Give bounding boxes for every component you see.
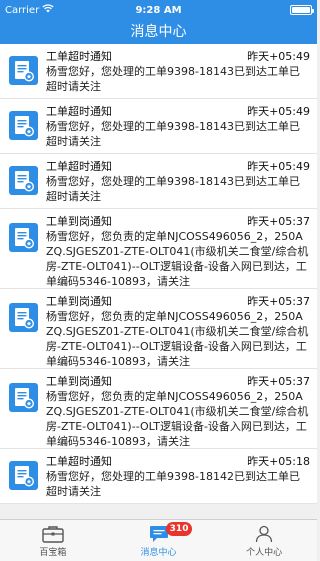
message-content: 工单超时通知 昨天+05:49 杨雪您好，您处理的工单9398-18143已到达…: [46, 154, 317, 208]
message-content: 工单到岗通知 昨天+05:37 杨雪您好，您负责的定单NJCOSS496056_…: [46, 369, 317, 448]
message-header: 工单到岗通知 昨天+05:37: [46, 375, 310, 389]
message-header: 工单超时通知 昨天+05:49: [46, 160, 310, 174]
message-item[interactable]: 工单到岗通知 昨天+05:37 杨雪您好，您负责的定单NJCOSS496056_…: [0, 289, 317, 369]
message-body: 杨雪您好，您处理的工单9398-18143已到达工单已超时请关注: [46, 120, 300, 148]
message-body: 杨雪您好，您负责的定单NJCOSS496056_2，250AZQ.SJGESZ0…: [46, 390, 309, 448]
message-body: 杨雪您好，您处理的工单9398-18143已到达工单已超时请关注: [46, 175, 300, 203]
message-header: 工单超时通知 昨天+05:49: [46, 105, 310, 119]
message-item[interactable]: 工单到岗通知 昨天+05:37 杨雪您好，您负责的定单NJCOSS496056_…: [0, 209, 317, 289]
unread-badge: 310: [165, 522, 193, 536]
tab-messages[interactable]: 消息中心 310: [106, 520, 212, 561]
message-body: 杨雪您好，您处理的工单9398-18142已到达工单已超时请关注: [46, 470, 300, 498]
person-icon: [255, 524, 273, 544]
message-content: 工单到岗通知 昨天+05:37 杨雪您好，您负责的定单NJCOSS496056_…: [46, 289, 317, 368]
tab-label: 百宝箱: [39, 548, 67, 558]
tab-label: 个人中心: [246, 548, 283, 558]
document-icon: [0, 44, 46, 98]
document-icon: [0, 209, 46, 288]
message-body: 杨雪您好，您负责的定单NJCOSS496056_2，250AZQ.SJGESZ0…: [46, 230, 309, 288]
message-content: 工单超时通知 昨天+05:18 杨雪您好，您处理的工单9398-18142已到达…: [46, 449, 317, 503]
carrier-label: Carrier: [5, 4, 40, 16]
message-item[interactable]: 工单超时通知 昨天+05:49 杨雪您好，您处理的工单9398-18143已到达…: [0, 154, 317, 209]
message-title: 工单超时通知: [46, 105, 112, 118]
status-right: [290, 5, 314, 15]
battery-icon: [290, 5, 314, 15]
tab-label: 消息中心: [140, 548, 177, 558]
tab-profile[interactable]: 个人中心: [211, 520, 317, 561]
message-content: 工单超时通知 昨天+05:49 杨雪您好，您处理的工单9398-18143已到达…: [46, 99, 317, 153]
message-time: 昨天+05:37: [247, 215, 310, 228]
message-time: 昨天+05:37: [247, 295, 310, 308]
message-list[interactable]: 工单超时通知 昨天+05:49 杨雪您好，您处理的工单9398-18143已到达…: [0, 44, 317, 519]
toolbox-icon: [42, 524, 64, 544]
message-time: 昨天+05:49: [247, 105, 310, 118]
document-icon: [0, 369, 46, 448]
message-time: 昨天+05:49: [247, 50, 310, 63]
message-header: 工单超时通知 昨天+05:49: [46, 50, 310, 64]
message-body: 杨雪您好，您处理的工单9398-18143已到达工单已超时请关注: [46, 65, 300, 93]
message-title: 工单到岗通知: [46, 215, 112, 228]
message-item[interactable]: 工单超时通知 昨天+05:18 杨雪您好，您处理的工单9398-18142已到达…: [0, 449, 317, 504]
message-title: 工单到岗通知: [46, 295, 112, 308]
message-content: 工单到岗通知 昨天+05:37 杨雪您好，您负责的定单NJCOSS496056_…: [46, 209, 317, 288]
status-bar: Carrier 9:28 AM: [0, 0, 317, 20]
page-title: 消息中心: [0, 20, 317, 44]
message-item[interactable]: 工单超时通知 昨天+05:49 杨雪您好，您处理的工单9398-18143已到达…: [0, 99, 317, 154]
message-header: 工单到岗通知 昨天+05:37: [46, 295, 310, 309]
message-time: 昨天+05:37: [247, 375, 310, 388]
message-body: 杨雪您好，您负责的定单NJCOSS496056_2，250AZQ.SJGESZ0…: [46, 310, 309, 368]
message-title: 工单到岗通知: [46, 375, 112, 388]
message-title: 工单超时通知: [46, 160, 112, 173]
message-header: 工单到岗通知 昨天+05:37: [46, 215, 310, 229]
message-item[interactable]: 工单到岗通知 昨天+05:37 杨雪您好，您负责的定单NJCOSS496056_…: [0, 369, 317, 449]
document-icon: [0, 99, 46, 153]
message-title: 工单超时通知: [46, 50, 112, 63]
tab-toolbox[interactable]: 百宝箱: [0, 520, 106, 561]
message-item[interactable]: 工单超时通知 昨天+05:49 杨雪您好，您处理的工单9398-18143已到达…: [0, 44, 317, 99]
message-title: 工单超时通知: [46, 455, 112, 468]
status-left: Carrier: [5, 4, 54, 16]
tab-bar: 百宝箱 消息中心 310 个人中心: [0, 519, 317, 561]
document-icon: [0, 449, 46, 503]
message-header: 工单超时通知 昨天+05:18: [46, 455, 310, 469]
document-icon: [0, 289, 46, 368]
message-time: 昨天+05:49: [247, 160, 310, 173]
message-time: 昨天+05:18: [247, 455, 310, 468]
document-icon: [0, 154, 46, 208]
message-content: 工单超时通知 昨天+05:49 杨雪您好，您处理的工单9398-18143已到达…: [46, 44, 317, 98]
wifi-icon: [42, 4, 54, 16]
